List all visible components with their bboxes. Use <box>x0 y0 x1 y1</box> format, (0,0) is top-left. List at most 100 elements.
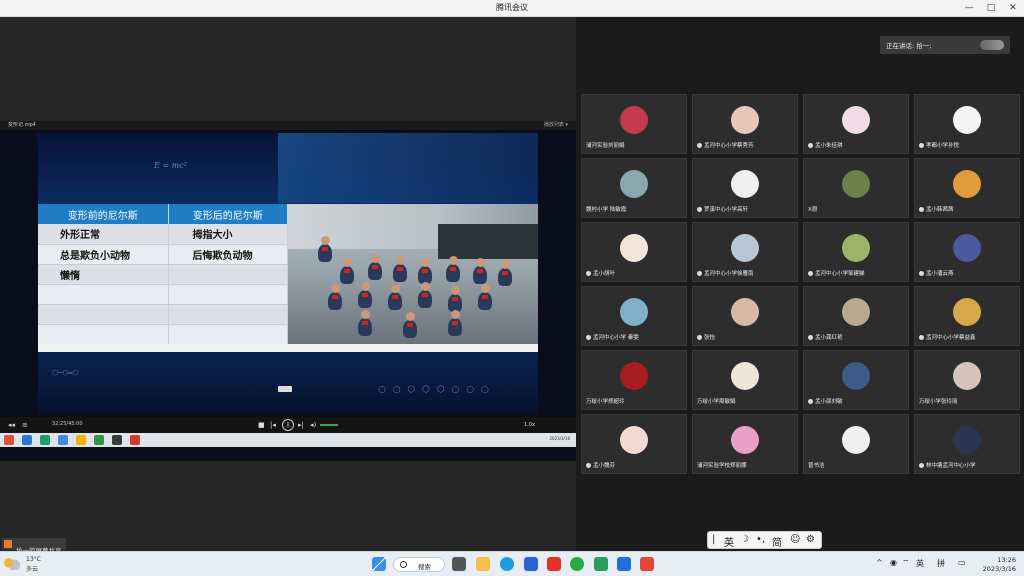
app-icon <box>4 435 14 445</box>
slide-formula: E = mc² <box>154 161 187 170</box>
participant-avatar <box>620 298 648 326</box>
participant-avatar <box>953 106 981 134</box>
next-icon[interactable]: ▸| <box>298 418 304 432</box>
participant-tile[interactable]: 孟河中心小学蔡益鑫 <box>914 286 1020 346</box>
video-filename: 变形记.mp4 <box>8 122 36 128</box>
table-cell: 后悔欺负动物 <box>168 244 289 265</box>
participant-tile[interactable]: 孟小朱佳琪 <box>803 94 909 154</box>
participant-name: 孟小魏芬 <box>586 461 615 469</box>
participant-tile[interactable]: 孟小邵刘敏 <box>803 350 909 410</box>
student-figure <box>498 260 512 286</box>
microphone-icon <box>586 271 591 276</box>
volume-icon[interactable]: ◂) <box>310 418 316 432</box>
moon-icon[interactable]: ☽ <box>740 534 749 545</box>
participant-tile[interactable]: 孟河中心小学徐雁南 <box>692 222 798 282</box>
display-icon[interactable]: ▭ <box>958 558 966 567</box>
participant-tile[interactable]: 浦河实验学校郑丽娜 <box>692 414 798 474</box>
participant-tile[interactable]: 万绥小学周敏娟 <box>692 350 798 410</box>
system-taskbar: 13°C 多云 搜索 ^ ◉ ⌔ 英 拼 ▭ 13:26 2023/3/16 <box>0 551 1024 576</box>
app-icon <box>94 435 104 445</box>
ime-handle[interactable]: | <box>712 534 715 545</box>
edge-browser-icon[interactable] <box>500 557 514 571</box>
participant-avatar <box>620 106 648 134</box>
participant-tile[interactable]: 孟小潘云燕 <box>914 222 1020 282</box>
microphone-icon <box>808 335 813 340</box>
participant-tile[interactable]: 孟河中心小学邹建娣 <box>803 222 909 282</box>
app-icon[interactable] <box>547 557 561 571</box>
participant-name-text: 孟小朱佳琪 <box>815 143 843 149</box>
start-windows-icon[interactable] <box>372 557 386 571</box>
taskbar-search[interactable]: 搜索 <box>393 557 445 572</box>
tray-language[interactable]: 英 <box>916 558 924 569</box>
participant-tile[interactable]: 万绥小学张玲丽 <box>914 350 1020 410</box>
microphone-icon <box>808 271 813 276</box>
table-row <box>38 284 289 305</box>
task-view-icon[interactable] <box>452 557 466 571</box>
video-player-titlebar: 变形记.mp4 播放列表 ▾ <box>0 121 576 130</box>
search-label: 搜索 <box>418 563 431 571</box>
participant-tile[interactable]: 罗溪中心小学高轩 <box>692 158 798 218</box>
pause-icon[interactable]: || <box>282 419 294 431</box>
stop-icon[interactable]: ■ <box>258 418 265 432</box>
playlist-menu[interactable]: 播放列表 ▾ <box>544 121 568 130</box>
wechat-icon[interactable] <box>570 557 584 571</box>
tray-input-method[interactable]: 拼 <box>937 558 945 569</box>
table-cell: 总是欺负小动物 <box>38 244 169 265</box>
playlist-icon[interactable]: ≡ <box>22 418 28 432</box>
participant-name-text: 孟河中心小学 秦雯 <box>593 335 639 341</box>
student-figure <box>446 256 460 282</box>
app-icon[interactable] <box>640 557 654 571</box>
taskbar-clock[interactable]: 13:26 2023/3/16 <box>983 556 1016 573</box>
participant-tile[interactable]: 孟小龚红艳 <box>803 286 909 346</box>
participant-name-text: 孟河中心小学蔡秀芳 <box>704 143 754 149</box>
participant-tile[interactable]: 曾书洁 <box>803 414 909 474</box>
participant-tile[interactable]: 孟小韩茜茜 <box>914 158 1020 218</box>
slide-annotation-toolbar[interactable] <box>38 344 538 352</box>
participant-tile[interactable]: 孝都小学孙悦 <box>914 94 1020 154</box>
participant-tile[interactable]: 林中塘孟河中心小学 <box>914 414 1020 474</box>
classroom-video-frame <box>288 204 538 344</box>
shared-taskbar: 2023/3/16 <box>0 433 576 447</box>
table-cell <box>168 264 289 285</box>
previous-icon[interactable]: |◂ <box>270 418 276 432</box>
simplified-toggle[interactable]: 简 <box>772 534 782 549</box>
slide-page-indicator[interactable] <box>278 386 292 392</box>
participant-name-text: 曾书洁 <box>808 463 825 469</box>
rewind-icon[interactable]: ◂◂ <box>8 418 15 432</box>
participant-tile[interactable]: 魏村小学 陆敏霞 <box>581 158 687 218</box>
volume-slider[interactable] <box>320 424 338 426</box>
maximize-button[interactable]: □ <box>980 0 1002 17</box>
participant-tile[interactable]: 浦河实验刘丽娟 <box>581 94 687 154</box>
participant-tile[interactable]: X遐 <box>803 158 909 218</box>
settings-icon[interactable]: ⚙ <box>806 534 815 545</box>
minimize-button[interactable]: — <box>958 0 980 17</box>
clock-time: 13:26 <box>997 556 1016 564</box>
participant-tile[interactable]: 万绥小学郑超玲 <box>581 350 687 410</box>
participant-tile[interactable]: 张怡 <box>692 286 798 346</box>
weather-condition: 多云 <box>26 566 39 573</box>
participant-avatar <box>842 106 870 134</box>
ime-english-toggle[interactable]: 英 <box>724 534 734 549</box>
participant-tile[interactable]: 孟小魏芬 <box>581 414 687 474</box>
close-button[interactable]: ✕ <box>1002 0 1024 17</box>
participant-name: 浦河实验学校郑丽娜 <box>697 461 747 469</box>
table-cell <box>168 324 289 345</box>
shared-tray-date: 2023/3/16 <box>549 436 570 441</box>
screen-share-label[interactable]: 拾一的屏幕共享 <box>2 538 66 555</box>
tencent-meeting-icon[interactable] <box>617 557 631 571</box>
tray-overflow-icon[interactable]: ^ <box>876 558 883 567</box>
punctuation-toggle[interactable]: •, <box>756 534 765 545</box>
speed-selector[interactable]: 1.0x <box>524 418 535 432</box>
wifi-icon[interactable]: ⌔ <box>902 558 910 568</box>
participant-tile[interactable]: 孟河中心小学 秦雯 <box>581 286 687 346</box>
emoji-icon[interactable]: ☺ <box>790 534 800 545</box>
tray-app-icon[interactable]: ◉ <box>890 558 897 567</box>
participant-tile[interactable]: 孟河中心小学蔡秀芳 <box>692 94 798 154</box>
file-explorer-icon[interactable] <box>476 557 490 571</box>
table-row: 总是欺负小动物 后悔欺负动物 <box>38 244 289 265</box>
app-icon[interactable] <box>524 557 538 571</box>
app-icon[interactable] <box>594 557 608 571</box>
participant-name: 林中塘孟河中心小学 <box>919 461 976 469</box>
participant-tile[interactable]: 孟小胡叶 <box>581 222 687 282</box>
participant-avatar <box>953 362 981 390</box>
